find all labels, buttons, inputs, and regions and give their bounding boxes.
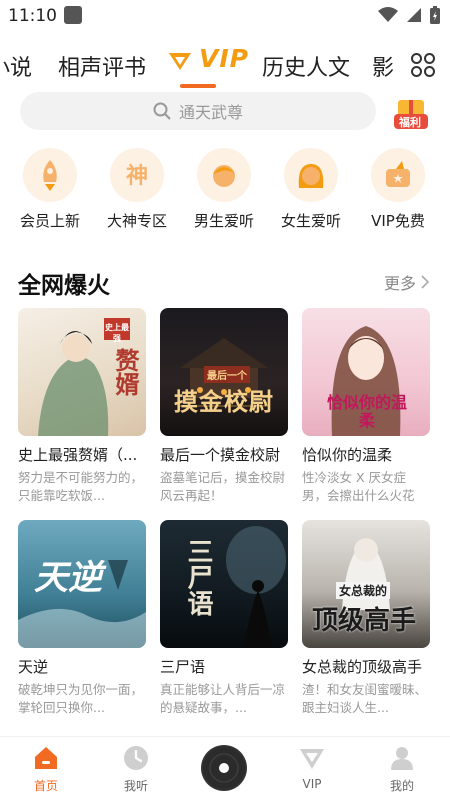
- nav-listening-label: 我听: [123, 779, 148, 793]
- section-title: 全网爆火: [18, 273, 110, 299]
- cover-title: 顶级高手: [312, 606, 417, 636]
- nav-profile[interactable]: 我的: [372, 745, 432, 794]
- tab-vip[interactable]: VIP: [168, 44, 249, 88]
- book-cover: 女总裁的 顶级高手: [302, 520, 430, 648]
- clock-icon: [124, 746, 148, 770]
- book-card[interactable]: 史上最强 赘婿 史上最强赘婿（... 努力是不可能努力的，只能靠吃软饭...: [18, 308, 146, 505]
- disc-icon: [203, 747, 245, 789]
- book-description: 渣！和女友闺蜜暧昧、跟主妇谈人生...: [302, 682, 428, 715]
- quick-entries: 会员上新 神 大神专区 男生爱听 女生爱听 VIP免费: [0, 148, 450, 238]
- signal-icon: [407, 8, 421, 22]
- rocket-icon: [23, 148, 77, 202]
- tab-vip-indicator: [180, 84, 216, 88]
- quick-entry-label: VIP免费: [371, 212, 425, 230]
- tab-vip-label: VIP: [199, 44, 249, 73]
- book-description: 努力是不可能努力的，只能靠吃软饭...: [18, 470, 144, 503]
- book-title: 恰似你的温柔: [302, 446, 393, 464]
- book-title: 天逆: [18, 658, 49, 676]
- book-description: 真正能够让人背后一凉的悬疑故事，...: [160, 682, 286, 715]
- book-cover: 三尸语: [160, 520, 288, 648]
- wifi-icon: [378, 7, 398, 22]
- book-description: 盗墓笔记后，摸金校尉风云再起！: [160, 470, 286, 503]
- tab-novel[interactable]: 小说: [0, 50, 32, 82]
- quick-entry-master[interactable]: 神 大神专区: [97, 148, 177, 231]
- chevron-right-icon: [421, 275, 430, 289]
- tab-film[interactable]: 影: [372, 50, 394, 82]
- cover-title: 摸金校尉: [174, 388, 274, 416]
- cover-subtitle: 女总裁的: [336, 582, 391, 599]
- vip-icon: [300, 749, 324, 769]
- book-cover: 最后一个 摸金校尉: [160, 308, 288, 436]
- search-placeholder: 通天武尊: [178, 103, 243, 122]
- nav-home[interactable]: 首页: [16, 745, 76, 794]
- search-input[interactable]: 通天武尊: [20, 92, 376, 130]
- more-link[interactable]: 更多: [384, 270, 430, 294]
- status-bar: 11:10: [0, 0, 450, 32]
- book-title: 史上最强赘婿（...: [18, 446, 138, 464]
- tab-history[interactable]: 历史人文: [262, 50, 350, 82]
- notification-icon: [64, 6, 82, 24]
- grid-menu-icon[interactable]: [410, 52, 436, 78]
- quick-entry-girls[interactable]: 女生爱听: [271, 148, 351, 231]
- welfare-button[interactable]: 福利: [392, 96, 432, 130]
- user-icon: [391, 747, 413, 770]
- cover-title: 恰似你的温柔: [326, 393, 407, 430]
- cover-title: 天逆: [34, 558, 102, 598]
- welfare-label: 福利: [399, 116, 421, 129]
- more-label: 更多: [383, 274, 416, 293]
- quick-entry-label: 大神专区: [106, 212, 167, 230]
- nav-vip-label: VIP: [302, 777, 322, 791]
- nav-home-label: 首页: [33, 779, 58, 793]
- status-time: 11:10: [8, 6, 57, 26]
- quick-entry-label: 男生爱听: [193, 212, 254, 230]
- cover-title: 赘婿: [111, 348, 139, 396]
- quick-entry-member-new[interactable]: 会员上新: [10, 148, 90, 231]
- book-description: 破乾坤只为见你一面，掌轮回只换你...: [18, 682, 144, 715]
- boy-icon: [197, 148, 251, 202]
- search-icon: [153, 102, 171, 120]
- cover-subtitle: 最后一个: [204, 366, 250, 383]
- svg-text:神: 神: [126, 163, 148, 189]
- book-title: 女总裁的顶级高手: [302, 658, 423, 676]
- nav-listening[interactable]: 我听: [106, 745, 166, 794]
- quick-entry-vip-free[interactable]: VIP免费: [358, 148, 438, 231]
- book-title: 最后一个摸金校尉: [160, 446, 281, 464]
- vip-thumb-icon: [371, 148, 425, 202]
- quick-entry-label: 女生爱听: [280, 212, 341, 230]
- tab-crosstalk[interactable]: 相声评书: [58, 50, 146, 82]
- book-card[interactable]: 女总裁的 顶级高手 女总裁的顶级高手 渣！和女友闺蜜暧昧、跟主妇谈人生...: [302, 520, 430, 717]
- quick-entry-label: 会员上新: [19, 212, 80, 230]
- nav-profile-label: 我的: [389, 779, 414, 793]
- book-card[interactable]: 天逆 天逆 破乾坤只为见你一面，掌轮回只换你...: [18, 520, 146, 717]
- book-description: 性冷淡女 X 厌女症男，会擦出什么火花: [302, 470, 415, 503]
- book-cover: 史上最强 赘婿: [18, 308, 146, 436]
- girl-icon: [284, 148, 338, 202]
- cover-subtitle: 史上最强: [105, 323, 129, 343]
- battery-icon: [430, 6, 440, 24]
- shen-icon: 神: [110, 148, 164, 202]
- status-icons: [378, 6, 440, 24]
- home-icon: [35, 747, 57, 769]
- book-card[interactable]: 三尸语 三尸语 真正能够让人背后一凉的悬疑故事，...: [160, 520, 288, 717]
- nav-vip[interactable]: VIP: [282, 745, 342, 791]
- book-cover: 天逆: [18, 520, 146, 648]
- quick-entry-boys[interactable]: 男生爱听: [184, 148, 264, 231]
- book-cover: 恰似你的温柔: [302, 308, 430, 436]
- book-card[interactable]: 恰似你的温柔 恰似你的温柔 性冷淡女 X 厌女症男，会擦出什么火花: [302, 308, 430, 505]
- bottom-nav: 首页 我听 VIP 我的: [0, 736, 450, 800]
- book-card[interactable]: 最后一个 摸金校尉 最后一个摸金校尉 盗墓笔记后，摸金校尉风云再起！: [160, 308, 288, 505]
- vip-crown-icon: [169, 53, 191, 70]
- book-title: 三尸语: [160, 658, 206, 676]
- category-tabs: 小说 相声评书 VIP 历史人文 影: [0, 40, 450, 88]
- cover-title: 三尸语: [183, 538, 213, 616]
- disc-player-button[interactable]: [201, 745, 247, 791]
